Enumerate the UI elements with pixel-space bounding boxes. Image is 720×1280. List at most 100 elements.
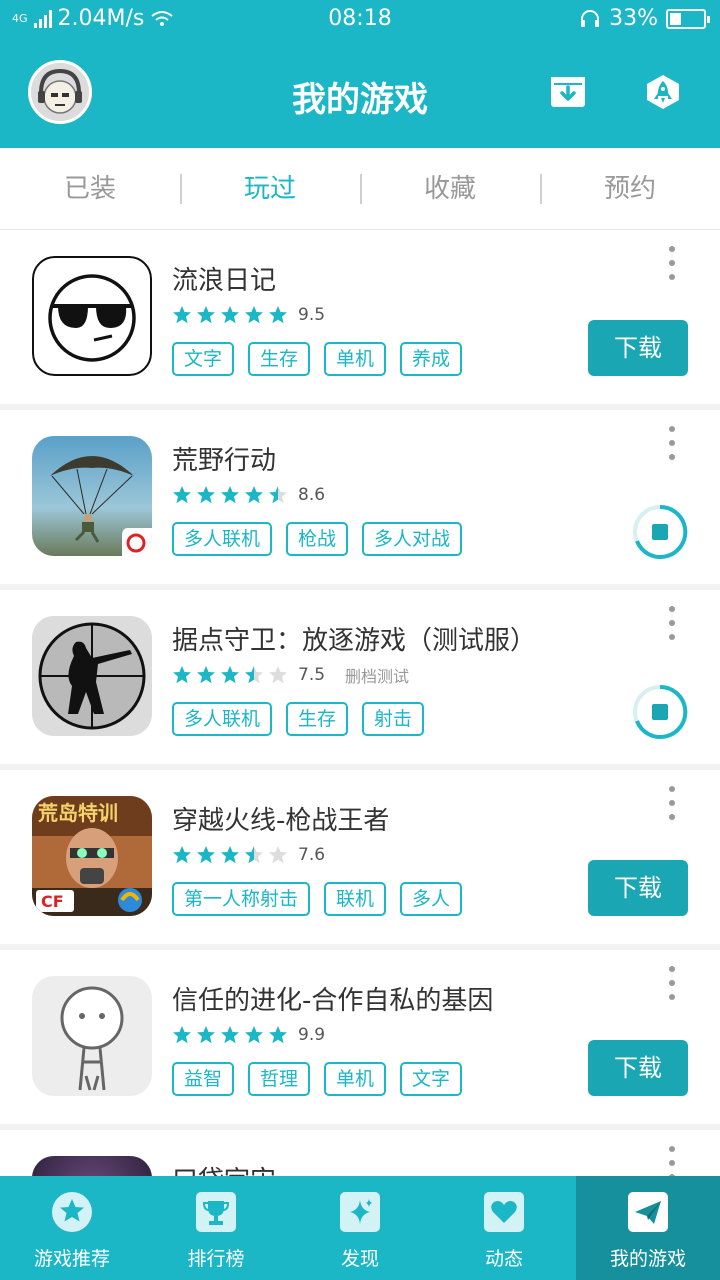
- tag-list: 第一人称射击 联机 多人: [172, 882, 463, 916]
- star-icon: [269, 666, 287, 684]
- tab-3[interactable]: 预约: [540, 148, 720, 229]
- game-item[interactable]: 信任的进化-合作自私的基因 9.9 益智 哲理 单机 文字 下载: [0, 950, 720, 1124]
- app-header: 我的游戏: [0, 38, 720, 148]
- game-tag[interactable]: 单机: [324, 1062, 387, 1096]
- more-options-icon[interactable]: [664, 606, 680, 640]
- star-rating: [172, 1025, 288, 1045]
- game-item[interactable]: 荒岛特训 CF 穿越火线-枪战王者 7.6 第一人称射击 联机 多人 下载: [0, 770, 720, 944]
- game-name[interactable]: 穿越火线-枪战王者: [172, 800, 389, 837]
- game-tag[interactable]: 生存: [286, 702, 349, 736]
- game-tag[interactable]: 哲理: [248, 1062, 311, 1096]
- download-button[interactable]: 下载: [588, 860, 688, 916]
- nav-item-3[interactable]: 动态: [432, 1176, 576, 1280]
- category-tabs: 已装 玩过 收藏 预约: [0, 148, 720, 230]
- game-tag[interactable]: 多人: [400, 882, 463, 916]
- star-icon: [197, 846, 215, 864]
- game-tag[interactable]: 枪战: [286, 522, 349, 556]
- sparkle-icon: [340, 1192, 380, 1232]
- svg-text:荒岛特训: 荒岛特训: [38, 801, 118, 825]
- star-rating: [172, 665, 288, 685]
- star-icon: [52, 1192, 92, 1232]
- trophy-icon: [196, 1192, 236, 1232]
- headset-icon: [581, 9, 600, 27]
- rocket-icon[interactable]: [645, 74, 681, 110]
- game-tag[interactable]: 多人联机: [172, 522, 273, 556]
- game-tag[interactable]: 联机: [324, 882, 387, 916]
- rating-score: 7.6: [298, 845, 326, 865]
- game-name[interactable]: 荒野行动: [172, 440, 276, 477]
- star-icon: [173, 666, 191, 684]
- more-options-icon[interactable]: [664, 786, 680, 820]
- star-icon: [245, 306, 263, 324]
- download-box-icon[interactable]: [550, 74, 586, 110]
- star-icon: [245, 666, 263, 684]
- game-tag[interactable]: 单机: [324, 342, 387, 376]
- game-tag[interactable]: 养成: [400, 342, 463, 376]
- game-icon[interactable]: [32, 976, 152, 1096]
- game-icon[interactable]: [32, 616, 152, 736]
- game-tag[interactable]: 生存: [248, 342, 311, 376]
- star-icon: [221, 666, 239, 684]
- star-icon: [173, 306, 191, 324]
- more-options-icon[interactable]: [664, 246, 680, 280]
- game-icon[interactable]: [32, 1156, 152, 1176]
- test-note: 删档测试: [345, 667, 410, 686]
- tab-2[interactable]: 收藏: [360, 148, 540, 229]
- tab-0[interactable]: 已装: [0, 148, 180, 229]
- nav-item-4[interactable]: 我的游戏: [576, 1176, 720, 1280]
- more-options-icon[interactable]: [664, 966, 680, 1000]
- star-rating: [172, 305, 288, 325]
- rating-score: 9.9: [298, 1025, 326, 1045]
- star-icon: [269, 306, 287, 324]
- heart-icon: [484, 1192, 524, 1232]
- star-icon: [173, 486, 191, 504]
- game-tag[interactable]: 多人对战: [362, 522, 463, 556]
- game-name[interactable]: 信任的进化-合作自私的基因: [172, 980, 493, 1017]
- star-rating: [172, 845, 288, 865]
- nav-item-2[interactable]: 发现: [288, 1176, 432, 1280]
- game-name[interactable]: 流浪日记: [172, 260, 276, 297]
- battery-icon: [666, 8, 710, 29]
- download-button[interactable]: 下载: [588, 320, 688, 376]
- game-tag[interactable]: 射击: [362, 702, 425, 736]
- star-icon: [245, 486, 263, 504]
- pause-download-button[interactable]: [632, 684, 688, 740]
- star-icon: [221, 1026, 239, 1044]
- game-item[interactable]: 流浪日记 9.5 文字 生存 单机 养成 下载: [0, 230, 720, 404]
- game-name[interactable]: 据点守卫：放逐游戏（测试服）: [172, 620, 536, 657]
- tag-list: 益智 哲理 单机 文字: [172, 1062, 463, 1096]
- tag-list: 多人联机 生存 射击: [172, 702, 425, 736]
- game-tag[interactable]: 益智: [172, 1062, 235, 1096]
- battery-fill: [670, 12, 681, 25]
- game-item[interactable]: 荒野行动 8.6 多人联机 枪战 多人对战: [0, 410, 720, 584]
- game-tag[interactable]: 文字: [400, 1062, 463, 1096]
- star-icon: [173, 846, 191, 864]
- tab-1[interactable]: 玩过: [180, 148, 360, 229]
- download-button[interactable]: 下载: [588, 1040, 688, 1096]
- more-options-icon[interactable]: [664, 1146, 680, 1176]
- game-icon[interactable]: 荒岛特训 CF: [32, 796, 152, 916]
- pause-download-button[interactable]: [632, 504, 688, 560]
- game-tag[interactable]: 多人联机: [172, 702, 273, 736]
- paper-plane-icon: [628, 1192, 668, 1232]
- nav-item-1[interactable]: 排行榜: [144, 1176, 288, 1280]
- star-icon: [221, 306, 239, 324]
- tag-list: 多人联机 枪战 多人对战: [172, 522, 463, 556]
- rating-score: 7.5: [298, 665, 326, 685]
- game-icon[interactable]: [32, 436, 152, 556]
- game-item[interactable]: 据点守卫：放逐游戏（测试服） 7.5 删档测试多人联机 生存 射击: [0, 590, 720, 764]
- game-name[interactable]: 口袋宇宙: [172, 1160, 276, 1176]
- more-options-icon[interactable]: [664, 426, 680, 460]
- game-tag[interactable]: 文字: [172, 342, 235, 376]
- star-icon: [269, 486, 287, 504]
- game-icon[interactable]: [32, 256, 152, 376]
- nav-label: 我的游戏: [609, 1248, 686, 1270]
- game-rating: 9.5: [172, 304, 325, 326]
- battery-percent: 33%: [609, 6, 658, 31]
- nav-item-0[interactable]: 游戏推荐: [0, 1176, 144, 1280]
- game-tag[interactable]: 第一人称射击: [172, 882, 311, 916]
- game-rating: 9.9: [172, 1024, 325, 1046]
- star-icon: [269, 1026, 287, 1044]
- status-right: 33%: [579, 6, 710, 31]
- game-item[interactable]: 口袋宇宙: [0, 1130, 720, 1176]
